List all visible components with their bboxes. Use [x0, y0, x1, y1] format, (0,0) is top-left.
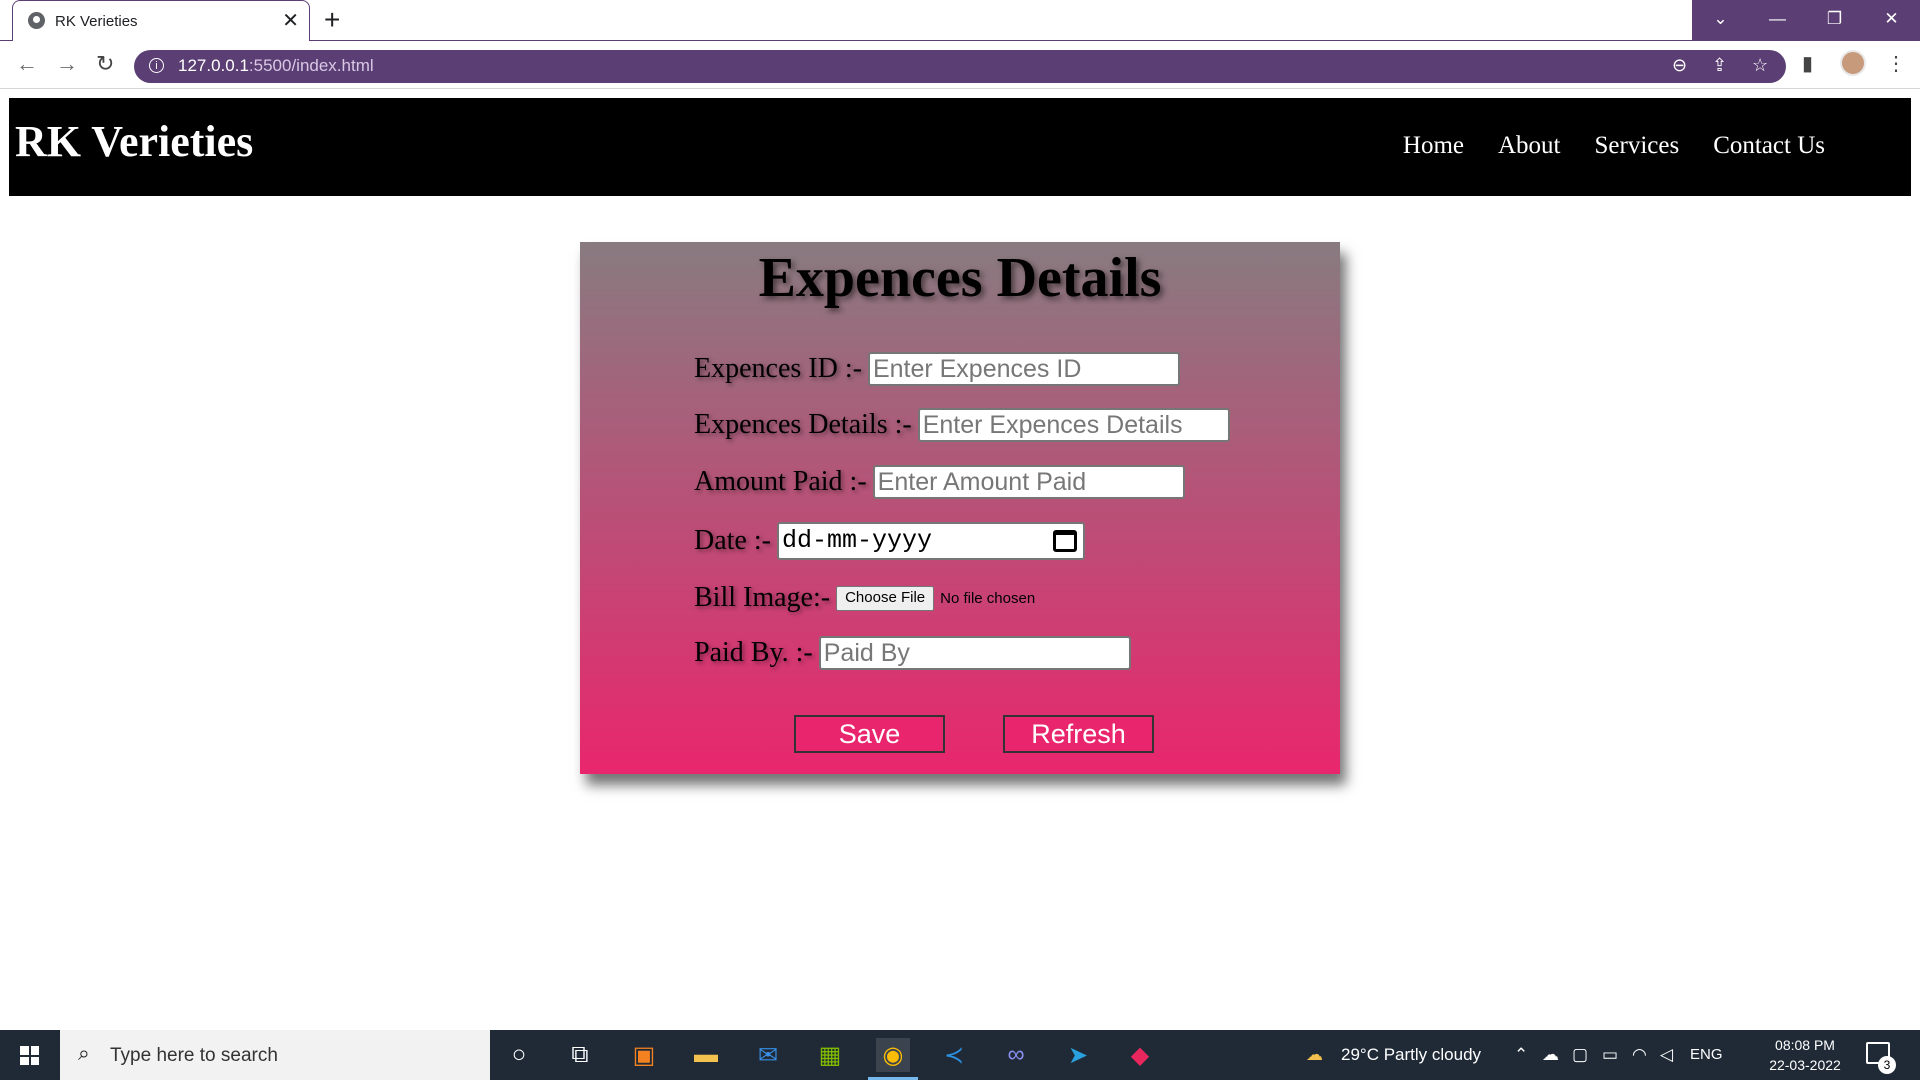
search-placeholder: Type here to search [110, 1045, 278, 1066]
search-icon: ⌕ [78, 1042, 90, 1065]
refresh-button[interactable]: Refresh [1003, 715, 1154, 753]
browser-tab-strip: RK Verieties ✕ + ⌄ — ❐ ✕ [0, 0, 1920, 42]
minimize-button[interactable]: — [1749, 0, 1806, 41]
amount-paid-input[interactable] [872, 465, 1185, 499]
nav-home[interactable]: Home [1403, 132, 1464, 160]
tab-search-chevron-icon[interactable]: ⌄ [1692, 0, 1749, 41]
mail-icon[interactable]: ✉ [751, 1038, 785, 1072]
date-input-value: dd-mm-yyyy [781, 526, 932, 555]
url-path: :5500/index.html [248, 56, 374, 75]
bookmark-star-icon[interactable]: ☆ [1752, 55, 1768, 76]
globe-icon [28, 12, 45, 29]
telegram-icon[interactable]: ➤ [1061, 1038, 1095, 1072]
expences-form-card: Expences Details Expences ID :- Expences… [580, 242, 1340, 774]
browser-toolbar: ← → ↻ i 127.0.0.1:5500/index.html ⊖ ⇪ ☆ … [0, 41, 1920, 89]
show-hidden-icons-icon[interactable]: ⌃ [1514, 1030, 1528, 1080]
language-indicator[interactable]: ENG [1690, 1030, 1723, 1080]
start-button[interactable] [0, 1030, 60, 1080]
chrome-icon[interactable]: ◉ [868, 1038, 918, 1080]
nav-contact-us[interactable]: Contact Us [1713, 132, 1825, 160]
browser-menu-icon[interactable]: ⋮ [1886, 51, 1906, 76]
date-label: Date :- [694, 525, 771, 556]
windows-logo-icon [20, 1046, 39, 1065]
side-panel-icon[interactable]: ▮ [1802, 51, 1813, 76]
onedrive-icon[interactable]: ☁ [1542, 1030, 1559, 1080]
cortana-icon[interactable]: ○ [502, 1038, 536, 1072]
site-brand: RK Verieties [15, 117, 254, 166]
clock[interactable]: 08:08 PM 22-03-2022 [1760, 1035, 1850, 1075]
paid-by-row: Paid By. :- [694, 636, 1131, 670]
restore-button[interactable]: ❐ [1806, 0, 1863, 41]
browser-tab[interactable]: RK Verieties ✕ [12, 0, 310, 42]
tab-title: RK Verieties [55, 13, 138, 30]
task-view-icon[interactable]: ⧉ [563, 1038, 597, 1072]
url-text: 127.0.0.1:5500/index.html [178, 56, 374, 76]
expences-id-input[interactable] [867, 352, 1180, 386]
weather-icon[interactable]: ☁ [1306, 1030, 1323, 1080]
reload-icon[interactable]: ↻ [96, 51, 114, 77]
expences-details-input[interactable] [917, 408, 1230, 442]
choose-file-button[interactable]: Choose File [836, 585, 935, 611]
expences-details-label: Expences Details :- [694, 409, 912, 440]
url-host: 127.0.0.1 [178, 56, 249, 75]
nav-links: Home About Services Contact Us [1403, 132, 1825, 160]
new-tab-button[interactable]: + [324, 4, 340, 36]
forward-arrow-icon[interactable]: → [56, 51, 78, 77]
file-status-text: No file chosen [940, 589, 1036, 607]
date-input[interactable]: dd-mm-yyyy [776, 522, 1085, 560]
clock-time: 08:08 PM [1775, 1037, 1835, 1053]
share-icon[interactable]: ⇪ [1712, 55, 1727, 76]
paid-by-label: Paid By. :- [694, 637, 813, 668]
dev-tool-icon[interactable]: ∞ [999, 1038, 1033, 1072]
vscode-icon[interactable]: ≺ [937, 1038, 971, 1072]
back-arrow-icon[interactable]: ← [16, 51, 38, 77]
battery-icon[interactable]: ▭ [1602, 1030, 1618, 1080]
app-icon[interactable]: ◆ [1123, 1038, 1157, 1072]
zoom-icon[interactable]: ⊖ [1672, 55, 1687, 76]
bill-image-row: Bill Image:- Choose File No file chosen [694, 582, 1035, 614]
site-navbar: RK Verieties Home About Services Contact… [9, 98, 1911, 196]
amount-paid-label: Amount Paid :- [694, 466, 867, 497]
form-title: Expences Details [758, 247, 1162, 309]
file-explorer-icon[interactable]: ▬ [689, 1038, 723, 1072]
nav-about[interactable]: About [1498, 132, 1561, 160]
xampp-icon[interactable]: ▣ [627, 1038, 661, 1072]
bill-image-label: Bill Image:- [694, 582, 831, 613]
tab-close-icon[interactable]: ✕ [282, 8, 299, 33]
taskbar-search[interactable]: ⌕ Type here to search [60, 1030, 490, 1080]
close-window-button[interactable]: ✕ [1863, 0, 1920, 41]
paid-by-input[interactable] [818, 636, 1131, 670]
windows-taskbar: ⌕ Type here to search ○ ⧉ ▣ ▬ ✉ ▦ ◉ ≺ ∞ … [0, 1030, 1920, 1080]
amount-paid-row: Amount Paid :- [694, 465, 1185, 499]
meet-now-icon[interactable]: ▢ [1572, 1030, 1588, 1080]
expences-id-label: Expences ID :- [694, 353, 862, 384]
microsoft-store-icon[interactable]: ▦ [813, 1038, 847, 1072]
calendar-icon[interactable] [1052, 530, 1077, 552]
profile-avatar[interactable] [1840, 50, 1866, 76]
nav-services[interactable]: Services [1595, 132, 1680, 160]
weather-text[interactable]: 29°C Partly cloudy [1341, 1030, 1481, 1080]
date-row: Date :- dd-mm-yyyy [694, 522, 1085, 560]
site-info-icon[interactable]: i [149, 58, 164, 73]
volume-icon[interactable]: ◁ [1660, 1030, 1673, 1080]
address-bar[interactable]: i 127.0.0.1:5500/index.html ⊖ ⇪ ☆ [134, 50, 1786, 83]
expences-details-row: Expences Details :- [694, 408, 1230, 442]
save-button[interactable]: Save [794, 715, 945, 753]
notifications-count: 3 [1878, 1056, 1896, 1074]
expences-id-row: Expences ID :- [694, 352, 1180, 386]
clock-date: 22-03-2022 [1769, 1057, 1841, 1073]
wifi-icon[interactable]: ◠ [1632, 1030, 1647, 1080]
